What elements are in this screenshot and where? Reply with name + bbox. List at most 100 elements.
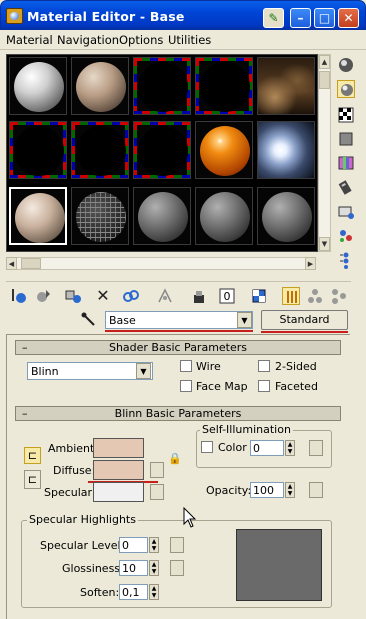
soften-field[interactable]: 0,1 — [119, 584, 148, 600]
sample-slot-selected[interactable] — [9, 187, 67, 245]
sample-slot[interactable] — [133, 57, 191, 115]
reset-map-icon[interactable]: ✕ — [94, 287, 112, 305]
select-by-material-icon[interactable] — [337, 227, 355, 245]
scroll-left-icon[interactable]: ◀ — [6, 257, 17, 270]
video-check-icon[interactable] — [337, 154, 355, 172]
go-to-parent-icon[interactable] — [306, 287, 324, 305]
specular-level-field[interactable]: 0 — [119, 537, 148, 553]
horizontal-scrollbar[interactable]: ◀ ▶ — [6, 257, 316, 270]
go-forward-icon[interactable] — [330, 287, 348, 305]
ambient-color-swatch[interactable] — [93, 438, 144, 458]
vertical-scrollbar[interactable]: ▲ ▼ — [318, 54, 331, 252]
sample-slot[interactable] — [195, 121, 253, 179]
menu-material[interactable]: Material — [6, 33, 53, 47]
specular-map-button[interactable] — [150, 484, 164, 500]
specular-highlights-title: Specular Highlights — [27, 513, 138, 526]
make-unique-icon[interactable] — [156, 287, 174, 305]
opacity-map-button[interactable] — [309, 482, 323, 498]
show-map-icon[interactable] — [250, 287, 268, 305]
background-icon[interactable] — [337, 106, 355, 124]
rollout-title: Shader Basic Parameters — [108, 341, 248, 354]
faceted-checkbox[interactable] — [258, 380, 270, 392]
sample-slot[interactable] — [71, 121, 129, 179]
opacity-value-field[interactable]: 100 — [250, 482, 284, 498]
sample-slot[interactable] — [71, 57, 129, 115]
scroll-right-icon[interactable]: ▶ — [305, 257, 316, 270]
scroll-thumb[interactable] — [319, 71, 330, 89]
sample-slot[interactable] — [9, 121, 67, 179]
lock-diffuse-specular-button[interactable]: ⊏ — [24, 470, 41, 489]
rollout-title: Blinn Basic Parameters — [114, 407, 242, 420]
title-bar: Material Editor - Base ✎ – □ ✕ — [0, 0, 366, 30]
put-to-library-icon[interactable] — [190, 287, 208, 305]
uv-tiling-icon[interactable] — [337, 130, 355, 148]
menu-bar: Material Navigation Options Utilities — [0, 30, 366, 50]
two-sided-checkbox[interactable] — [258, 360, 270, 372]
soften-spinner[interactable]: ▲ ▼ — [149, 584, 159, 600]
sample-slots-grid — [6, 54, 318, 252]
highlight-curve-graph — [236, 529, 322, 601]
glossiness-field[interactable]: 10 — [119, 560, 148, 576]
collapse-icon[interactable]: – — [22, 407, 28, 420]
close-button[interactable]: ✕ — [338, 8, 359, 28]
sample-slot[interactable] — [257, 121, 315, 179]
make-copy-icon[interactable] — [122, 287, 140, 305]
glossiness-map-button[interactable] — [170, 560, 184, 576]
soften-label: Soften: — [80, 586, 120, 599]
menu-utilities[interactable]: Utilities — [168, 33, 211, 47]
assign-to-selection-icon[interactable] — [64, 287, 82, 305]
glossiness-spinner[interactable]: ▲ ▼ — [149, 560, 159, 576]
specular-color-swatch[interactable] — [93, 482, 144, 502]
scroll-up-icon[interactable]: ▲ — [319, 55, 330, 69]
sample-slot[interactable] — [133, 187, 191, 245]
pin-icon[interactable]: ✎ — [263, 8, 284, 28]
self-illum-spinner[interactable]: ▲ ▼ — [285, 440, 295, 456]
pick-material-from-object-icon[interactable] — [80, 311, 98, 329]
diffuse-map-button[interactable] — [150, 462, 164, 478]
diffuse-color-swatch[interactable] — [93, 460, 144, 480]
put-to-scene-icon[interactable] — [34, 287, 52, 305]
material-id-icon[interactable]: 0 — [218, 287, 236, 305]
specular-level-spinner[interactable]: ▲ ▼ — [149, 537, 159, 553]
sample-slot[interactable] — [195, 57, 253, 115]
scroll-down-icon[interactable]: ▼ — [319, 237, 330, 251]
lock-ambient-diffuse-button[interactable]: ⊏ — [24, 447, 41, 464]
material-editor-icon — [6, 8, 23, 24]
chevron-down-icon[interactable]: ▼ — [237, 312, 252, 328]
chevron-down-icon[interactable]: ▼ — [136, 363, 151, 379]
sample-slot[interactable] — [133, 121, 191, 179]
collapse-icon[interactable]: – — [22, 341, 28, 354]
shader-type-dropdown[interactable]: Blinn — [27, 362, 153, 380]
shader-basic-rollout-header[interactable]: – Shader Basic Parameters — [15, 340, 341, 355]
self-illum-color-checkbox[interactable] — [201, 441, 213, 453]
options-icon[interactable] — [337, 203, 355, 221]
menu-navigation[interactable]: Navigation — [57, 33, 119, 47]
blinn-basic-rollout-header[interactable]: – Blinn Basic Parameters — [15, 406, 341, 421]
two-sided-label: 2-Sided — [275, 360, 317, 373]
menu-options[interactable]: Options — [119, 33, 163, 47]
face-map-checkbox[interactable] — [180, 380, 192, 392]
specular-level-map-button[interactable] — [170, 537, 184, 553]
self-illum-map-button[interactable] — [309, 440, 323, 456]
sample-slot[interactable] — [257, 187, 315, 245]
sample-slot[interactable] — [257, 57, 315, 115]
sample-type-icon[interactable] — [337, 56, 355, 74]
material-name-field[interactable]: Base — [105, 311, 253, 329]
opacity-spinner[interactable]: ▲ ▼ — [285, 482, 295, 498]
minimize-button[interactable]: – — [290, 8, 311, 28]
wire-checkbox[interactable] — [180, 360, 192, 372]
sample-slot[interactable] — [195, 187, 253, 245]
backlight-icon[interactable] — [337, 80, 355, 98]
material-navigator-icon[interactable] — [337, 251, 355, 269]
get-material-icon[interactable] — [10, 287, 28, 305]
show-end-result-icon[interactable] — [282, 287, 300, 305]
svg-text:0: 0 — [224, 290, 231, 303]
self-illum-value-field[interactable]: 0 — [250, 440, 284, 456]
sample-slot[interactable] — [71, 187, 129, 245]
scroll-thumb[interactable] — [21, 258, 41, 269]
sample-slot[interactable] — [9, 57, 67, 115]
make-preview-icon[interactable] — [337, 178, 355, 196]
material-type-button[interactable]: Standard — [261, 310, 348, 330]
maximize-button[interactable]: □ — [314, 8, 335, 28]
lock-icon[interactable]: 🔒 — [168, 452, 182, 466]
